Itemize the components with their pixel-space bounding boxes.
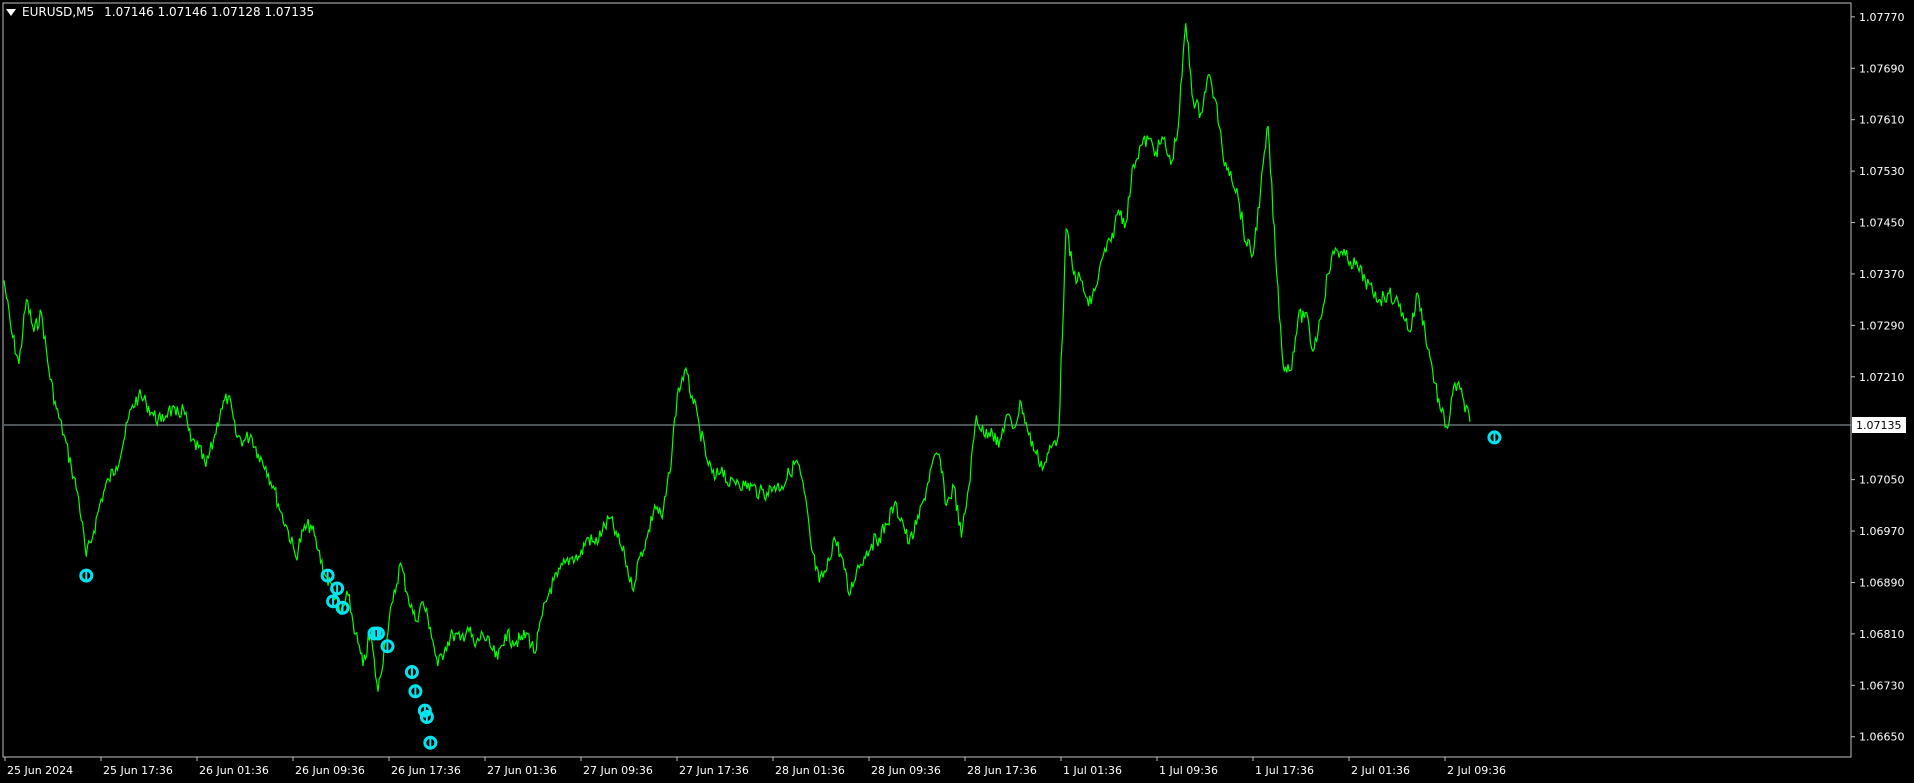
x-tick-label: 1 Jul 17:36 [1255,764,1314,777]
arrow-marker [1487,430,1502,445]
y-tick-label: 1.07530 [1859,165,1905,178]
x-tick-label: 26 Jun 17:36 [391,764,461,777]
y-tick-label: 1.07610 [1859,114,1905,127]
price-chart[interactable]: 1.07770 1.07690 1.07610 1.07530 1.07450 1.073… [0,0,1914,783]
arrow-marker [408,684,423,699]
y-tick-label: 1.06890 [1859,576,1905,589]
arrow-marker [423,735,438,750]
x-tick-label: 2 Jul 01:36 [1351,764,1410,777]
x-tick-label: 1 Jul 01:36 [1063,764,1122,777]
x-tick-label: 26 Jun 09:36 [295,764,365,777]
y-axis: 1.07770 1.07690 1.07610 1.07530 1.07450 1.073… [1851,11,1905,744]
x-tick-label: 25 Jun 2024 [7,764,73,777]
x-tick-label: 27 Jun 17:36 [679,764,749,777]
x-tick-label: 1 Jul 09:36 [1159,764,1218,777]
y-tick-label: 1.07050 [1859,474,1905,487]
y-tick-label: 1.06650 [1859,731,1905,744]
price-line-path [3,23,1471,692]
x-axis: 25 Jun 2024 25 Jun 17:36 26 Jun 01:36 26 Ju… [4,757,1506,777]
y-tick-label: 1.07690 [1859,62,1905,75]
y-tick-label: 1.06970 [1859,525,1905,538]
arrow-marker [380,639,395,654]
x-tick-label: 28 Jun 01:36 [775,764,845,777]
symbol-label: EURUSD,M5 [22,5,95,19]
y-tick-label: 1.07450 [1859,217,1905,230]
current-price-label: 1.07135 [1852,416,1906,433]
y-tick-label: 1.06730 [1859,679,1905,692]
chart-header: EURUSD,M5 1.07146 1.07146 1.07128 1.0713… [6,5,314,19]
x-tick-label: 28 Jun 09:36 [871,764,941,777]
x-tick-label: 2 Jul 09:36 [1447,764,1506,777]
arrow-marker [79,568,94,583]
x-tick-label: 26 Jun 01:36 [199,764,269,777]
x-tick-label: 28 Jun 17:36 [967,764,1037,777]
price-label-text: 1.07135 [1856,419,1902,432]
price-series [3,23,1471,692]
arrow-marker [404,665,419,680]
ohlc-label: 1.07146 1.07146 1.07128 1.07135 [104,5,315,19]
y-tick-label: 1.07370 [1859,268,1905,281]
y-tick-label: 1.07770 [1859,11,1905,24]
y-tick-label: 1.07210 [1859,371,1905,384]
chart-frame [2,2,1852,758]
x-tick-label: 25 Jun 17:36 [103,764,173,777]
x-tick-label: 27 Jun 09:36 [583,764,653,777]
x-tick-label: 27 Jun 01:36 [487,764,557,777]
symbol-dropdown-icon[interactable] [6,8,16,16]
y-tick-label: 1.06810 [1859,628,1905,641]
arrow-marker [320,568,335,583]
arrow-markers [79,430,1502,750]
y-tick-label: 1.07290 [1859,319,1905,332]
